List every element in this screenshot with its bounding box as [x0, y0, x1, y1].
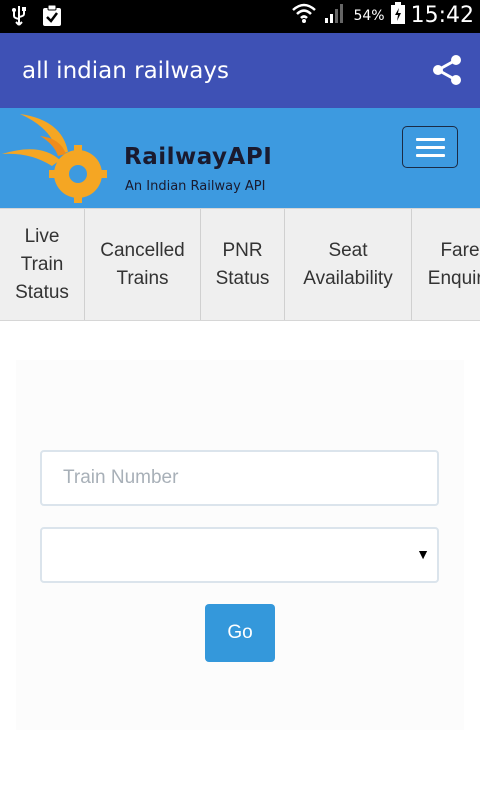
share-icon[interactable]: [430, 53, 464, 87]
dropdown-arrow-icon: ▼: [416, 546, 430, 562]
go-button[interactable]: Go: [205, 604, 275, 662]
tab-cancelled-trains[interactable]: Cancelled Trains: [85, 209, 201, 320]
clock: 15:42: [410, 3, 474, 28]
signal-icon: [323, 2, 347, 29]
app-title: all indian railways: [22, 58, 229, 84]
tab-seat-availability[interactable]: Seat Availability: [285, 209, 412, 320]
battery-charging-icon: [390, 2, 405, 29]
feature-tabs: Live Train Status Cancelled Trains PNR S…: [0, 208, 480, 321]
status-bar: 54% 15:42: [0, 0, 480, 33]
logo-title: RailwayAPI: [124, 144, 273, 170]
usb-icon: [10, 5, 28, 32]
tab-fare-enquiry[interactable]: Fare Enquiry: [412, 209, 480, 320]
tab-live-train-status[interactable]: Live Train Status: [0, 209, 85, 320]
logo-subtitle: An Indian Railway API: [125, 179, 266, 194]
train-number-input[interactable]: Train Number: [40, 450, 439, 506]
wifi-icon: [291, 2, 317, 29]
train-select-dropdown[interactable]: ▼: [40, 527, 439, 583]
railwayapi-logo: [0, 108, 120, 208]
battery-percent: 54%: [353, 7, 385, 24]
tab-pnr-status[interactable]: PNR Status: [201, 209, 285, 320]
train-number-placeholder: Train Number: [63, 467, 179, 488]
app-bar: all indian railways: [0, 33, 480, 108]
hamburger-menu-icon[interactable]: [402, 126, 458, 168]
clipboard-check-icon: [42, 4, 62, 32]
